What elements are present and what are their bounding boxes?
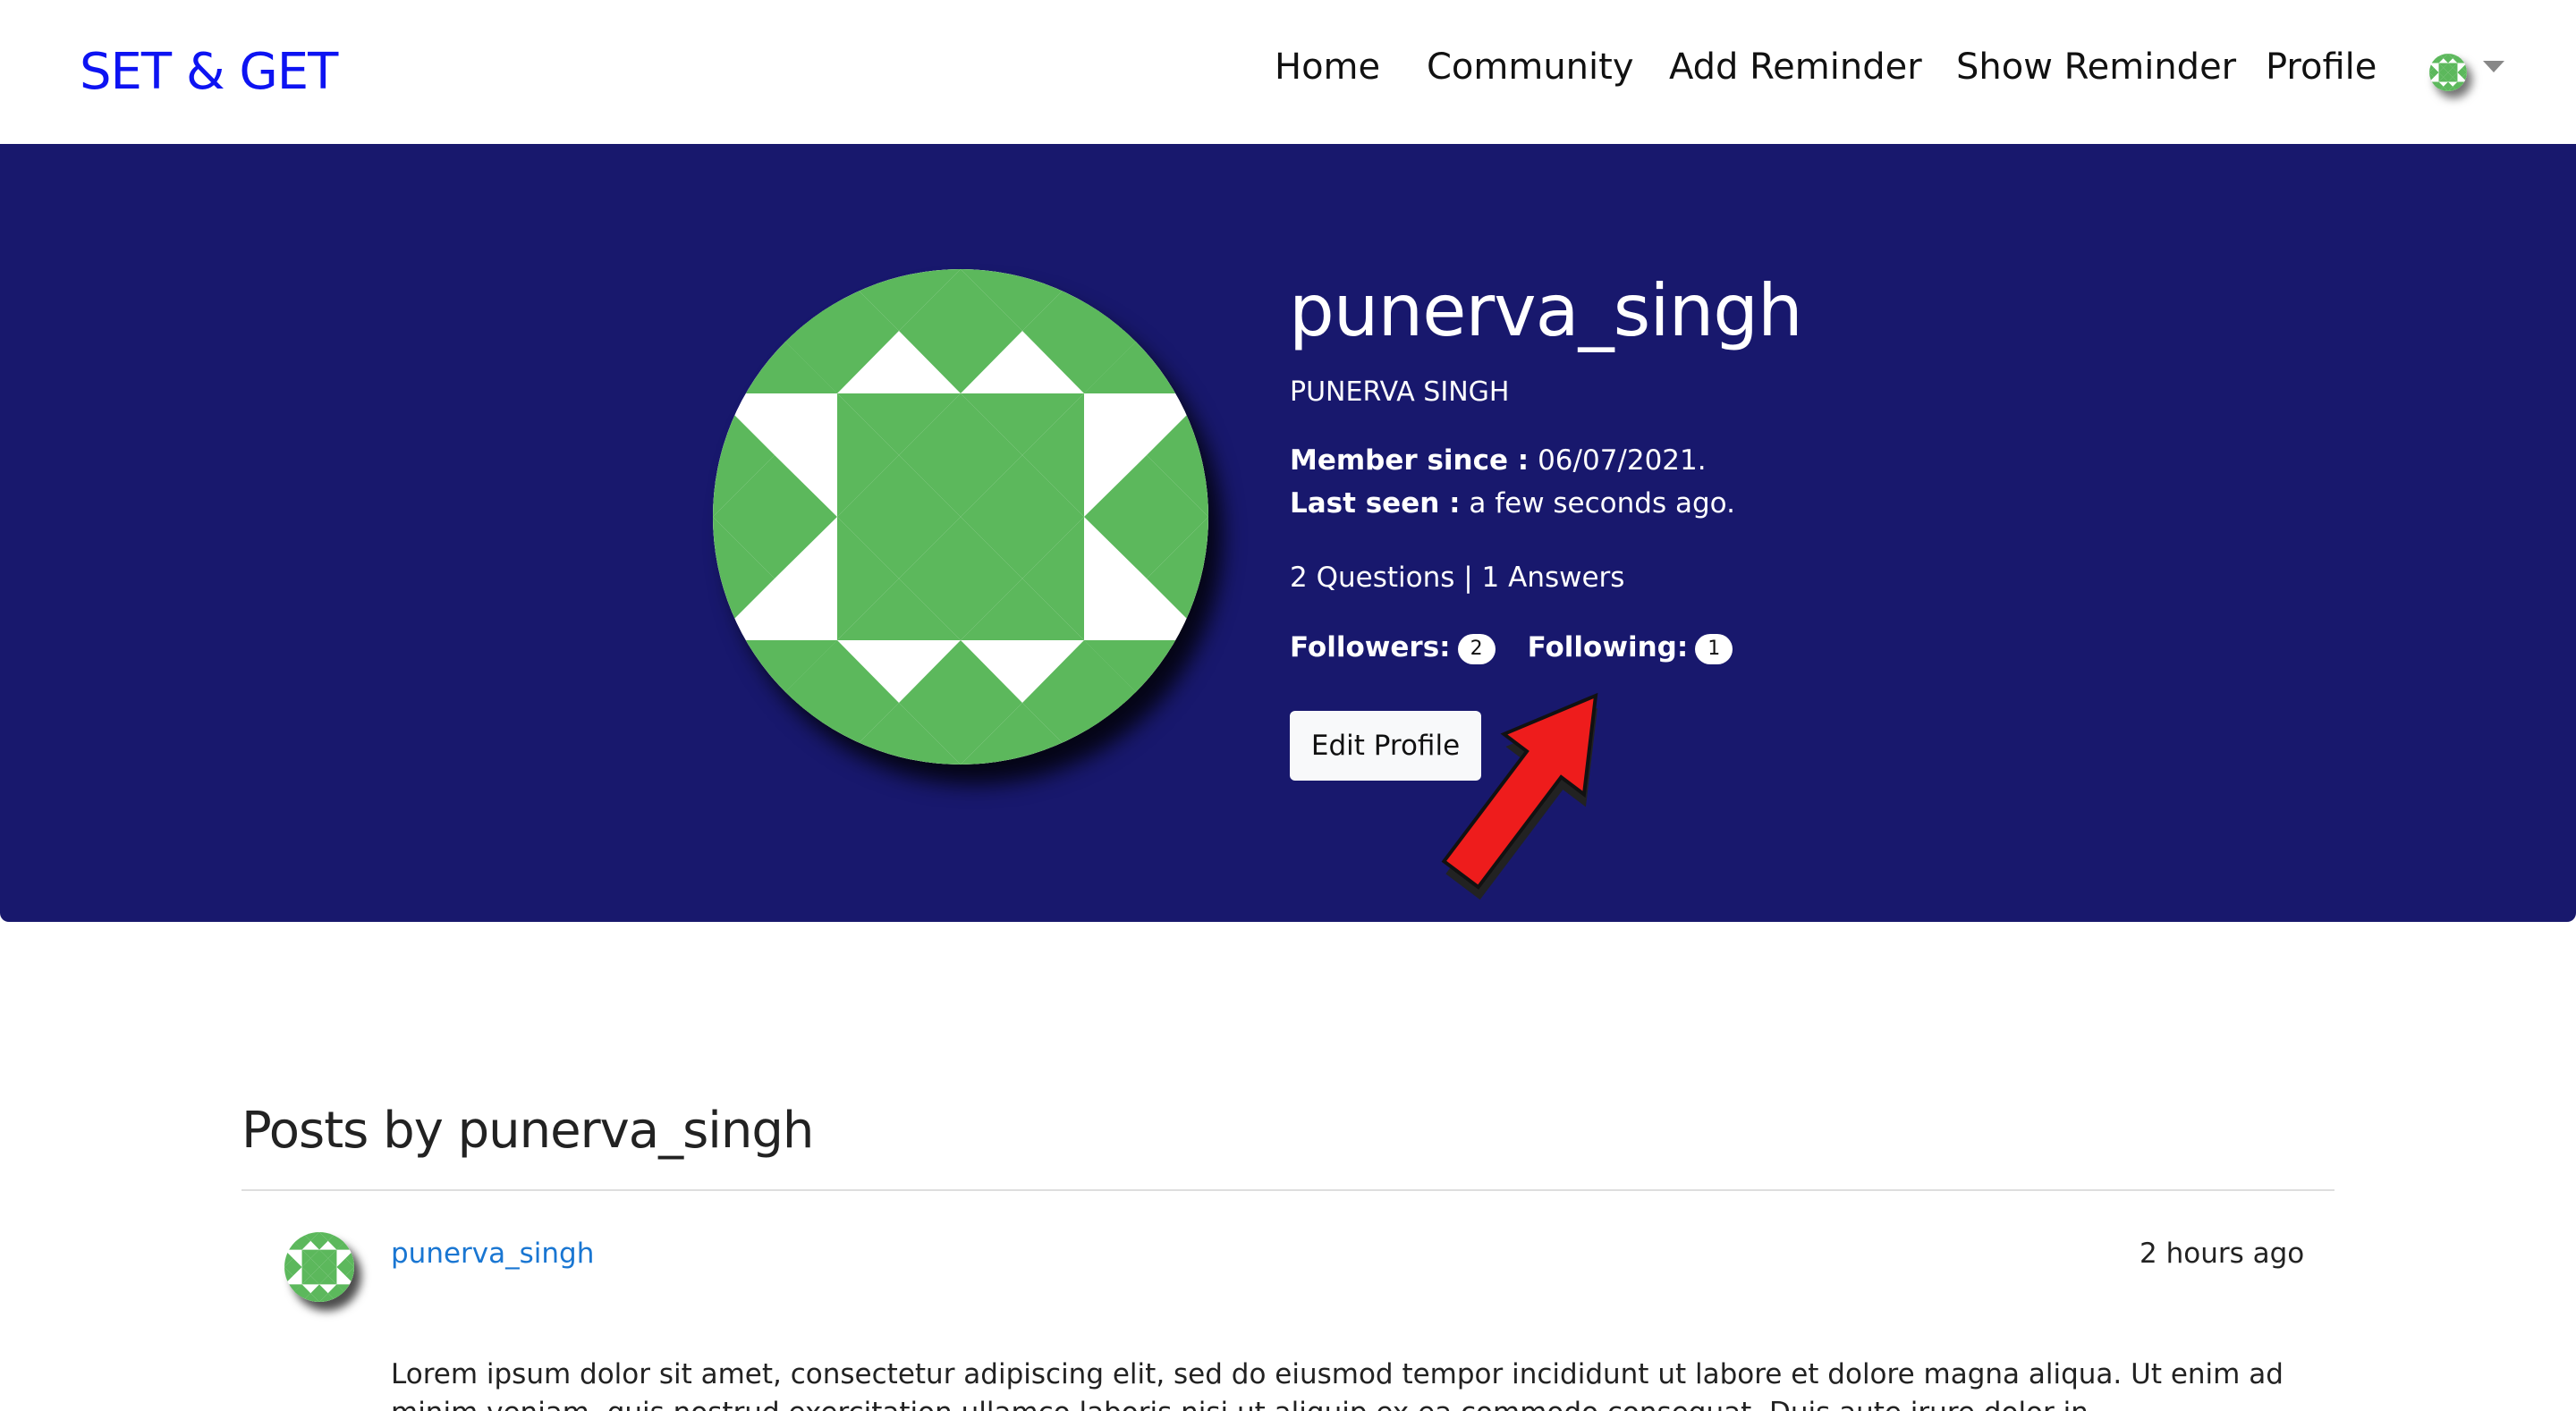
- profile-full-name: PUNERVA SINGH: [1290, 376, 1510, 408]
- profile-username: punerva_singh: [1289, 269, 1803, 352]
- last-seen-value: a few seconds ago.: [1469, 487, 1735, 520]
- last-seen-label: Last seen :: [1290, 487, 1461, 520]
- post-author-link[interactable]: punerva_singh: [391, 1238, 594, 1270]
- post-author-avatar[interactable]: [284, 1232, 354, 1302]
- member-since-label: Member since :: [1290, 444, 1530, 477]
- profile-header: punerva_singh PUNERVA SINGH Member since…: [0, 144, 2576, 922]
- last-seen: Last seen : a few seconds ago.: [1290, 487, 1735, 520]
- nav-link-show-reminder[interactable]: Show Reminder: [1956, 46, 2236, 88]
- posts-heading: Posts by punerva_singh: [242, 1102, 814, 1160]
- profile-avatar: [713, 269, 1208, 765]
- member-since: Member since : 06/07/2021.: [1290, 444, 1707, 477]
- identicon-avatar-icon: [284, 1232, 354, 1302]
- post-body-text: Lorem ipsum dolor sit amet, consectetur …: [391, 1358, 2284, 1411]
- caret-down-icon[interactable]: [2483, 61, 2504, 72]
- top-navbar: SET & GET Home Community Add Reminder Sh…: [0, 0, 2576, 144]
- nav-link-profile[interactable]: Profile: [2266, 46, 2377, 88]
- user-avatar-icon[interactable]: [2429, 54, 2467, 91]
- identicon-avatar-icon: [713, 269, 1208, 765]
- following-count-badge: 1: [1695, 633, 1733, 664]
- nav-link-community[interactable]: Community: [1427, 46, 1634, 88]
- member-since-value: 06/07/2021.: [1538, 444, 1707, 477]
- nav-link-add-reminder[interactable]: Add Reminder: [1669, 46, 1922, 88]
- edit-profile-button[interactable]: Edit Profile: [1290, 711, 1481, 781]
- following-link[interactable]: Following:: [1528, 631, 1689, 663]
- nav-link-home[interactable]: Home: [1275, 46, 1380, 88]
- followers-link[interactable]: Followers:: [1290, 631, 1451, 663]
- followers-count-badge: 2: [1457, 633, 1496, 664]
- follow-stats: Followers: 2 Following: 1: [1290, 631, 1733, 664]
- profile-stats: 2 Questions | 1 Answers: [1290, 562, 1625, 594]
- brand-logo[interactable]: SET & GET: [80, 43, 338, 101]
- post-timestamp: 2 hours ago: [2140, 1238, 2305, 1270]
- divider: [242, 1189, 2334, 1191]
